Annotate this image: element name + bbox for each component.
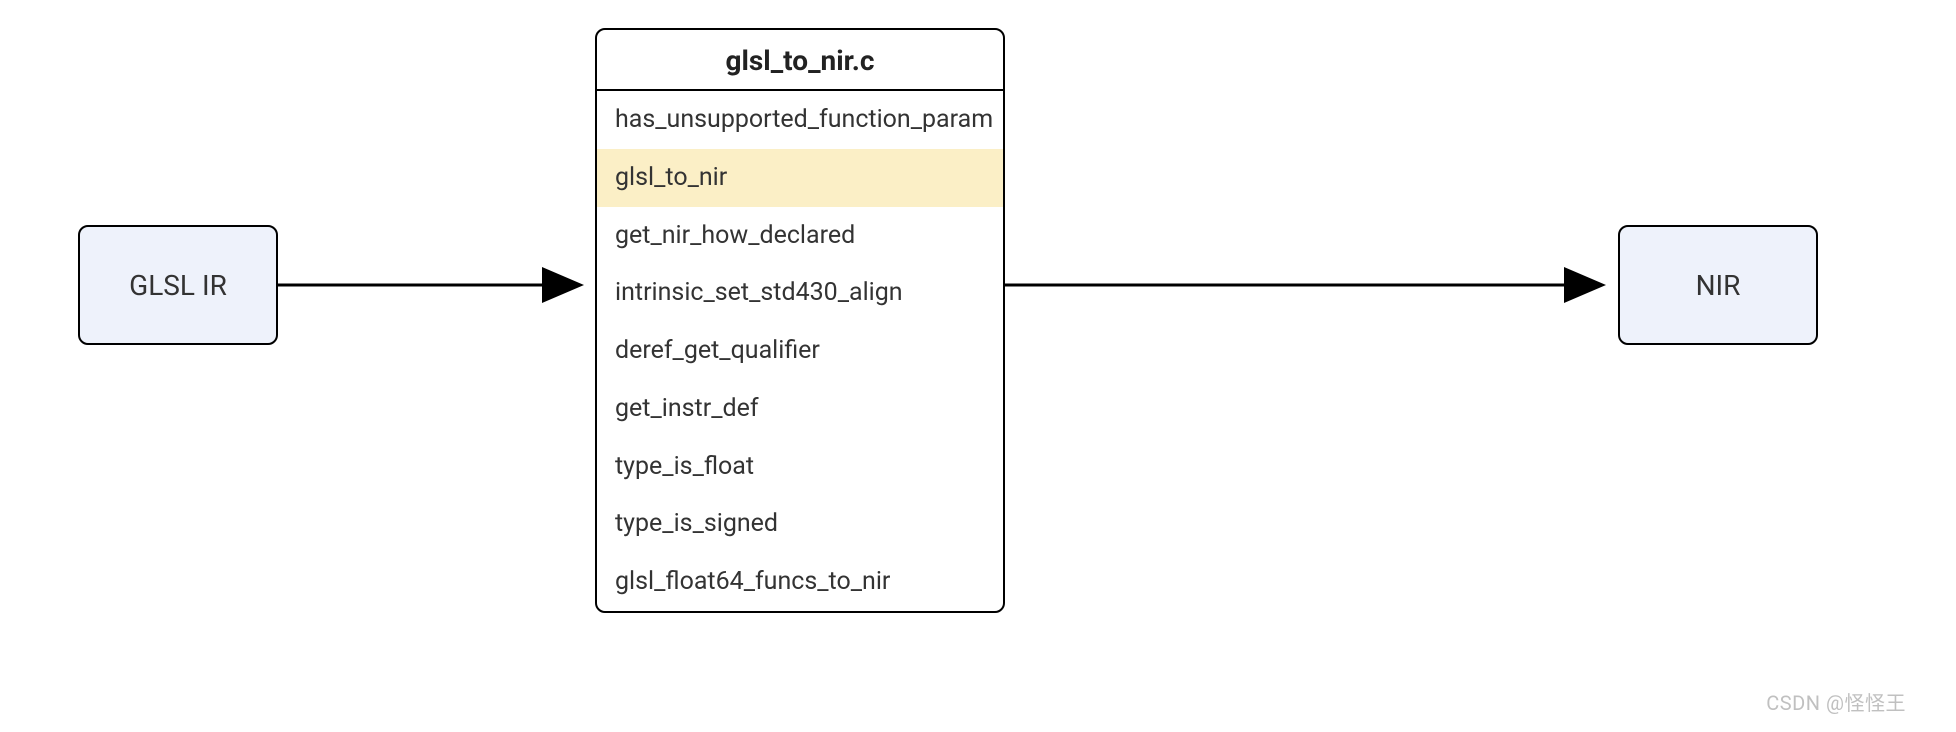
arrow-left-to-center <box>278 270 598 300</box>
arrow-center-to-right <box>1005 270 1618 300</box>
list-item: get_nir_how_declared <box>597 207 1003 265</box>
list-item: intrinsic_set_std430_align <box>597 264 1003 322</box>
diagram-root: GLSL IR glsl_to_nir.c has_unsupported_fu… <box>0 0 1956 732</box>
list-item: deref_get_qualifier <box>597 322 1003 380</box>
node-glsl-ir: GLSL IR <box>78 225 278 345</box>
list-item: type_is_float <box>597 438 1003 496</box>
list-item: type_is_signed <box>597 495 1003 553</box>
node-glsl-to-nir-file: glsl_to_nir.c has_unsupported_function_p… <box>595 28 1005 613</box>
list-item: get_instr_def <box>597 380 1003 438</box>
node-nir-label: NIR <box>1696 269 1741 302</box>
list-item: has_unsupported_function_param <box>597 91 1003 149</box>
center-title: glsl_to_nir.c <box>597 30 1003 91</box>
node-glsl-ir-label: GLSL IR <box>129 269 227 302</box>
center-function-list: has_unsupported_function_param glsl_to_n… <box>597 91 1003 611</box>
node-nir: NIR <box>1618 225 1818 345</box>
watermark: CSDN @怪怪王 <box>1766 687 1906 716</box>
list-item: glsl_float64_funcs_to_nir <box>597 553 1003 611</box>
list-item: glsl_to_nir <box>597 149 1003 207</box>
